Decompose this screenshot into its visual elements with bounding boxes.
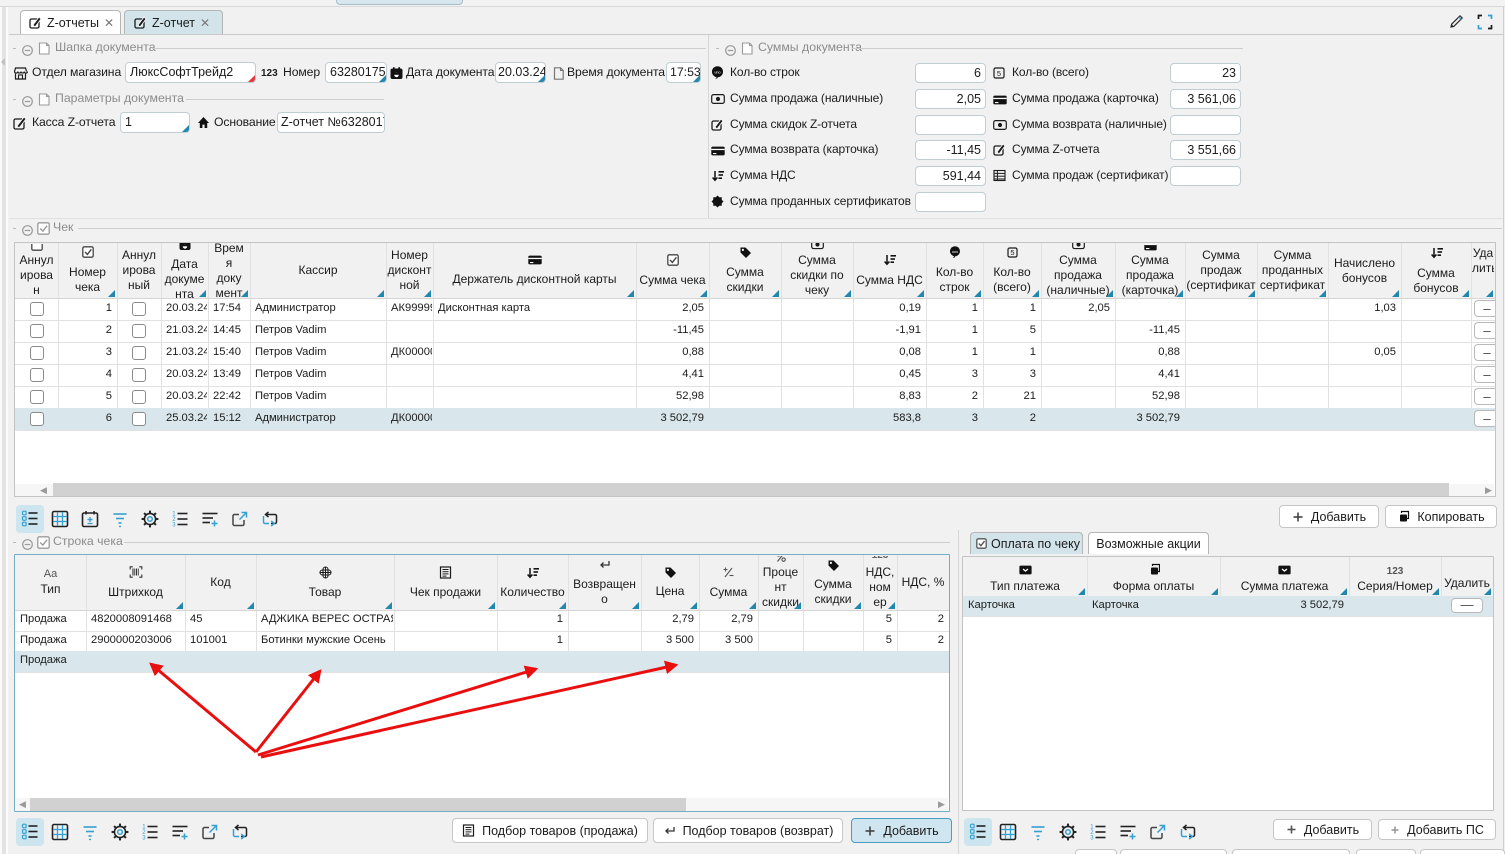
svg-text:3: 3 [142,836,146,842]
svg-text:3: 3 [1090,836,1094,842]
svg-text:3: 3 [172,523,176,529]
svg-text:5: 5 [1010,247,1014,256]
svg-text:uno: uno [952,250,958,254]
svg-text:uno: uno [715,70,721,74]
svg-text:5: 5 [997,69,1001,78]
